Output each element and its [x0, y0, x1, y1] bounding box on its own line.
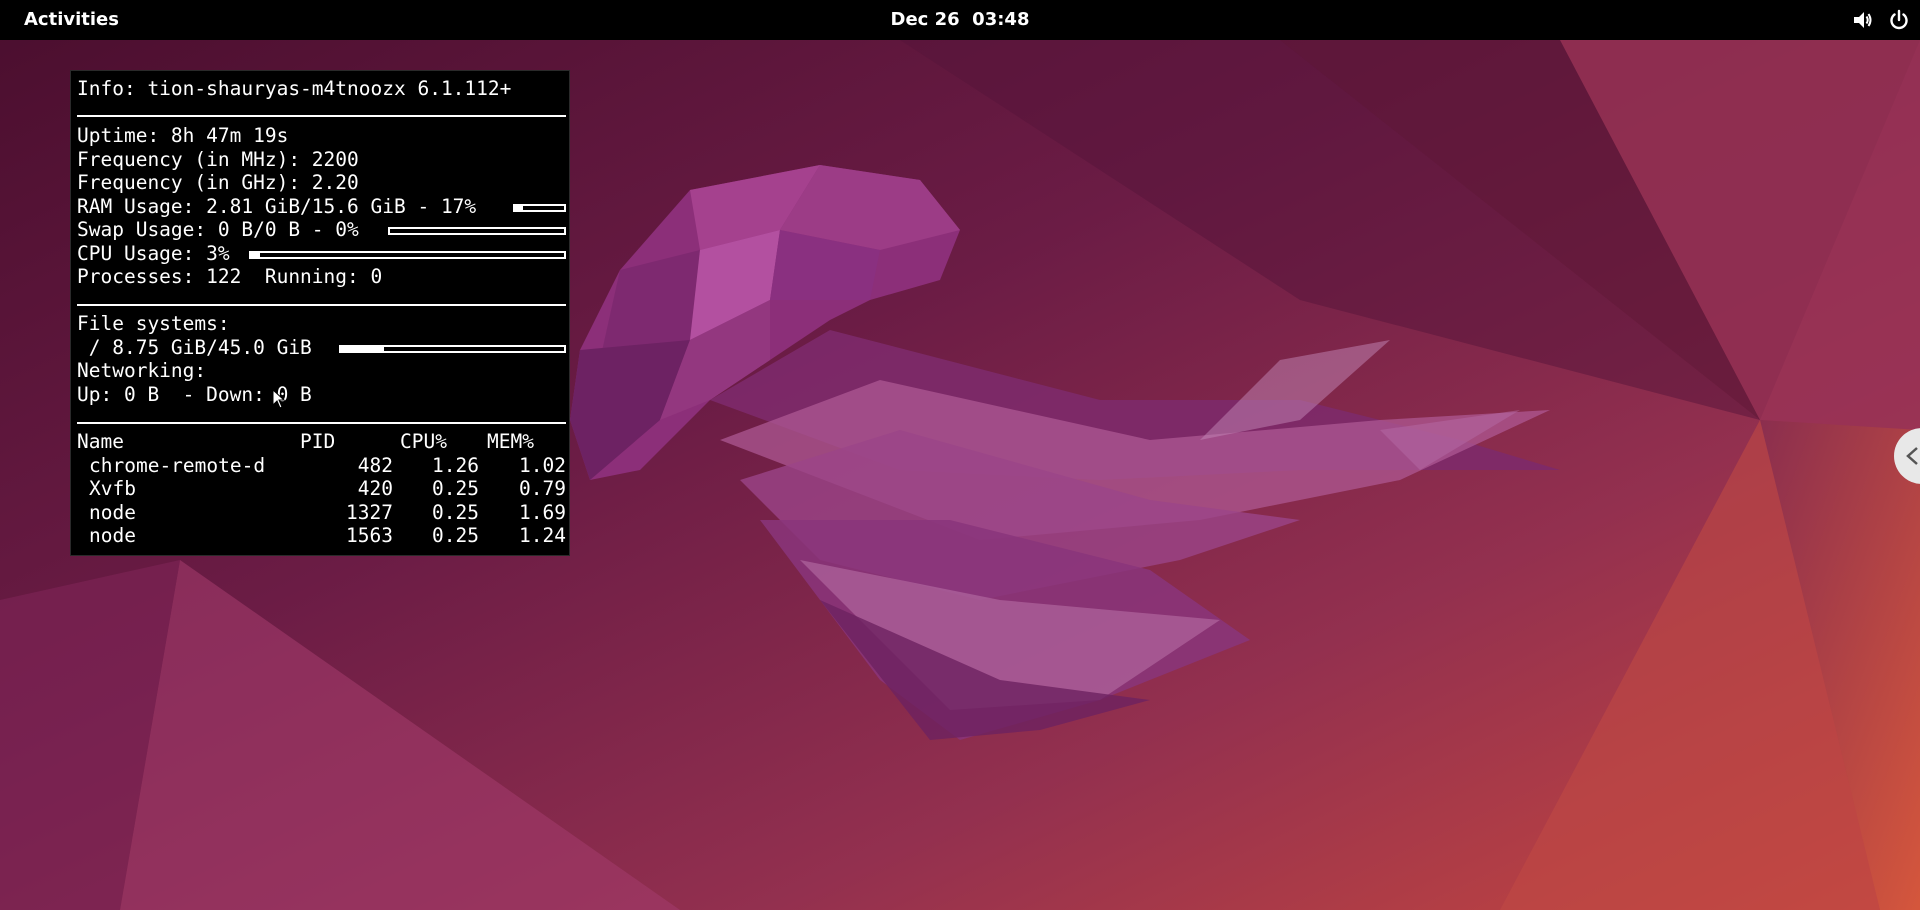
process-cpu: 0.25: [432, 501, 479, 524]
system-info: Info: tion-shauryas-m4tnoozx 6.1.112+: [77, 77, 512, 100]
cpu-usage-bar-fill: [251, 253, 261, 257]
process-header-mem: MEM%: [487, 430, 534, 453]
swap-usage-bar: [388, 227, 566, 235]
process-mem: 0.79: [519, 477, 566, 500]
process-mem: 1.02: [519, 454, 566, 477]
divider: [77, 304, 566, 306]
process-name: chrome-remote-d: [89, 454, 266, 477]
swap-usage-text: Swap Usage: 0 B/0 B - 0%: [77, 218, 359, 241]
uptime-text: Uptime: 8h 47m 19s: [77, 124, 289, 147]
filesystem-root-text: / 8.75 GiB/45.0 GiB: [77, 336, 312, 359]
process-cpu: 1.26: [432, 454, 479, 477]
desktop: Activities Dec 26 03:48 Info: tion-shaur: [0, 0, 1920, 910]
ram-usage-bar: [513, 204, 566, 212]
clock-button[interactable]: Dec 26 03:48: [0, 0, 1920, 40]
frequency-ghz-text: Frequency (in GHz): 2.20: [77, 171, 359, 194]
process-name: node: [89, 501, 136, 524]
process-header-pid: PID: [300, 430, 336, 453]
process-mem: 1.24: [519, 524, 566, 547]
filesystems-label: File systems:: [77, 312, 230, 335]
system-monitor-widget: Info: tion-shauryas-m4tnoozx 6.1.112+ Up…: [70, 70, 570, 556]
process-pid: 420: [357, 477, 393, 500]
ram-usage-text: RAM Usage: 2.81 GiB/15.6 GiB - 17%: [77, 195, 477, 218]
process-pid: 1563: [346, 524, 393, 547]
process-header-name: Name: [77, 430, 124, 453]
process-name: node: [89, 524, 136, 547]
process-pid: 1327: [346, 501, 393, 524]
volume-icon: [1852, 9, 1874, 31]
ram-usage-bar-fill: [515, 206, 524, 210]
filesystem-root-bar: [339, 345, 566, 353]
divider: [77, 422, 566, 424]
mouse-cursor-icon: [272, 389, 286, 409]
system-tray[interactable]: [1852, 0, 1910, 40]
power-icon: [1888, 9, 1910, 31]
process-pid: 482: [357, 454, 393, 477]
process-name: Xvfb: [89, 477, 136, 500]
process-cpu: 0.25: [432, 477, 479, 500]
process-mem: 1.69: [519, 501, 566, 524]
networking-label: Networking:: [77, 359, 207, 382]
cpu-usage-text: CPU Usage: 3%: [77, 242, 230, 265]
process-cpu: 0.25: [432, 524, 479, 547]
processes-text: Processes: 122 Running: 0: [77, 265, 383, 288]
cpu-usage-bar: [249, 251, 566, 259]
clock-text: Dec 26 03:48: [890, 9, 1030, 30]
divider: [77, 115, 566, 117]
filesystem-root-bar-fill: [341, 347, 385, 351]
top-bar: Activities Dec 26 03:48: [0, 0, 1920, 40]
frequency-mhz-text: Frequency (in MHz): 2200: [77, 148, 359, 171]
process-header-cpu: CPU%: [400, 430, 447, 453]
chevron-left-icon: [1906, 447, 1918, 465]
